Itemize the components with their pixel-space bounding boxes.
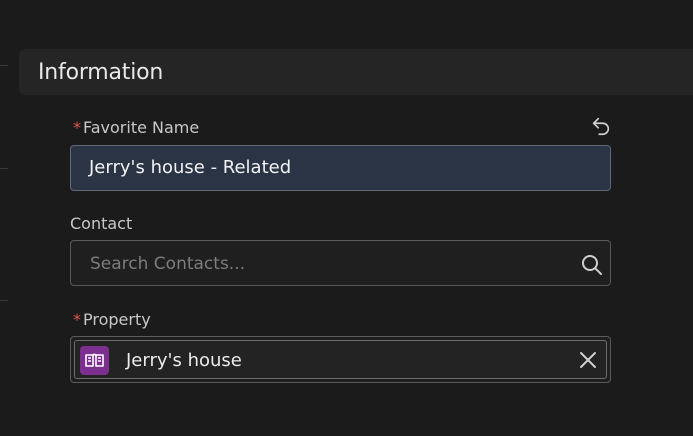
property-label: * Property: [73, 310, 151, 329]
favorite-name-field[interactable]: Jerry's house - Related: [70, 145, 611, 191]
search-icon[interactable]: [580, 253, 604, 277]
left-divider-tick: [0, 168, 8, 169]
section-header: Information: [19, 49, 693, 95]
favorite-name-label-text: Favorite Name: [83, 118, 200, 137]
close-icon[interactable]: [579, 351, 597, 369]
required-marker: *: [73, 310, 81, 329]
contact-label: Contact: [70, 214, 133, 233]
section-title: Information: [38, 60, 164, 85]
undo-icon[interactable]: [590, 115, 612, 137]
property-icon: [80, 346, 109, 375]
favorite-name-value[interactable]: Jerry's house - Related: [89, 157, 291, 178]
property-label-text: Property: [83, 310, 151, 329]
property-value[interactable]: Jerry's house: [126, 350, 242, 371]
favorite-name-label: * Favorite Name: [73, 118, 199, 137]
contact-search-input[interactable]: [88, 251, 572, 277]
contact-lookup-field[interactable]: [70, 240, 611, 286]
property-lookup-field[interactable]: Jerry's house: [70, 336, 611, 383]
property-selected-tag[interactable]: Jerry's house: [74, 340, 607, 379]
required-marker: *: [73, 118, 81, 137]
left-divider-tick: [0, 300, 8, 301]
left-divider-tick: [0, 65, 8, 66]
